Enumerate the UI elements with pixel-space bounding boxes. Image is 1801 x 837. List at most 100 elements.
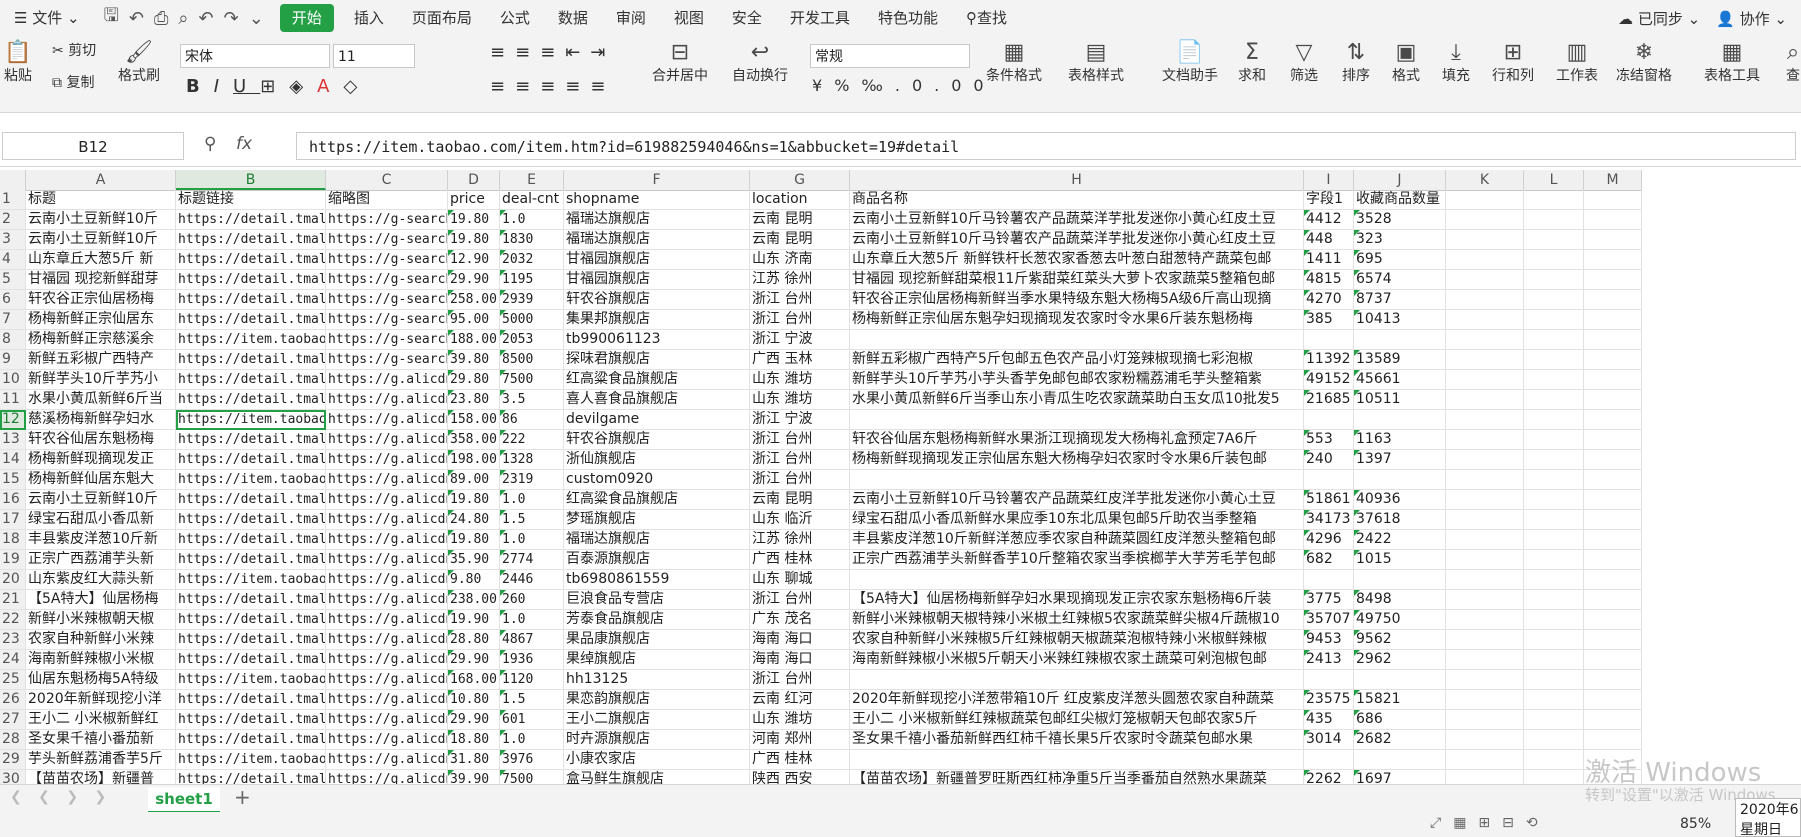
cell[interactable]: https://detail.tmall. [176, 730, 326, 750]
cell[interactable] [1524, 750, 1584, 770]
cell[interactable]: 果绰旗舰店 [564, 650, 750, 670]
cell[interactable]: 果品康旗舰店 [564, 630, 750, 650]
cell[interactable] [1354, 670, 1446, 690]
save-icon[interactable]: 🖫 [104, 3, 119, 33]
cell[interactable]: 29.90 [448, 710, 500, 730]
cell[interactable]: 3.5 [500, 390, 564, 410]
cell[interactable]: 158.00 [448, 410, 500, 430]
cell[interactable] [1524, 530, 1584, 550]
cell[interactable] [850, 750, 1304, 770]
cell[interactable] [850, 330, 1304, 350]
underline-icon[interactable]: U [233, 76, 260, 97]
cell[interactable] [1354, 470, 1446, 490]
cell[interactable]: https://g.alicdn. [326, 630, 448, 650]
cell[interactable]: 圣女果千禧小番茄新鲜西红柿千禧长果5斤农家时令蔬菜包邮水果 [850, 730, 1304, 750]
cell[interactable]: 34173 [1304, 510, 1354, 530]
bold-icon[interactable]: B [186, 76, 214, 97]
cell[interactable]: 甘福园 现挖新鲜甜芽 [26, 270, 176, 290]
cell[interactable]: https://g-search3 [326, 250, 448, 270]
font-name-select[interactable]: 宋体 [180, 44, 330, 68]
cell[interactable]: 95.00 [448, 310, 500, 330]
cell[interactable] [1584, 290, 1642, 310]
cell[interactable]: 1120 [500, 670, 564, 690]
cell[interactable]: 标题 [26, 190, 176, 210]
cell[interactable]: 山东 潍坊 [750, 710, 850, 730]
cell[interactable]: 1.0 [500, 730, 564, 750]
rowcol-button[interactable]: ⊞ 行和列 [1492, 40, 1534, 85]
cell[interactable]: 40936 [1354, 490, 1446, 510]
cell[interactable]: 江苏 徐州 [750, 530, 850, 550]
cell[interactable]: https://g.alicdn. [326, 450, 448, 470]
cell[interactable] [1446, 570, 1524, 590]
cell[interactable] [1584, 690, 1642, 710]
table-style-button[interactable]: ▤ 表格样式 [1068, 40, 1124, 85]
cell[interactable]: 广东 茂名 [750, 610, 850, 630]
cell[interactable]: 24.80 [448, 510, 500, 530]
cell[interactable]: 3775 [1304, 590, 1354, 610]
cell[interactable] [1584, 270, 1642, 290]
cell[interactable]: 广西 桂林 [750, 750, 850, 770]
cell[interactable]: 1163 [1354, 430, 1446, 450]
cell[interactable]: 89.00 [448, 470, 500, 490]
row-header[interactable]: 6 [0, 290, 26, 310]
copy-button[interactable]: ⧉ 复制 [52, 72, 96, 92]
cell[interactable]: 福瑞达旗舰店 [564, 230, 750, 250]
row-header[interactable]: 15 [0, 470, 26, 490]
cell[interactable] [850, 410, 1304, 430]
cell[interactable]: 圣女果千禧小番茄新 [26, 730, 176, 750]
row-header[interactable]: 14 [0, 450, 26, 470]
cell[interactable]: 浙江 台州 [750, 670, 850, 690]
cell[interactable]: https://detail.tmall. [176, 490, 326, 510]
cell[interactable]: https://detail.tmall. [176, 450, 326, 470]
cell[interactable] [1524, 490, 1584, 510]
cell[interactable]: 【5A特大】仙居杨梅新鲜孕妇水果现摘现发正宗农家东魁杨梅6斤装 [850, 590, 1304, 610]
cell[interactable] [1524, 190, 1584, 210]
cell[interactable]: 8498 [1354, 590, 1446, 610]
row-header[interactable]: 13 [0, 430, 26, 450]
cell[interactable]: 9562 [1354, 630, 1446, 650]
cell[interactable]: 陕西 西安 [750, 770, 850, 784]
cell[interactable] [1446, 270, 1524, 290]
cell[interactable]: 2032 [500, 250, 564, 270]
more-icon[interactable]: ⌄ [249, 8, 264, 29]
cell[interactable]: 集果邦旗舰店 [564, 310, 750, 330]
italic-icon[interactable]: I [214, 76, 233, 97]
row-header[interactable]: 7 [0, 310, 26, 330]
cell[interactable]: 49750 [1354, 610, 1446, 630]
cell[interactable]: https://detail.tmall. [176, 390, 326, 410]
check-button[interactable]: ⌕ 查 [1786, 40, 1800, 85]
cell[interactable]: https://g-search1 [326, 230, 448, 250]
add-sheet-icon[interactable]: + [234, 785, 251, 809]
font-size-select[interactable]: 11 [333, 44, 415, 68]
cell[interactable]: 1.5 [500, 510, 564, 530]
cell[interactable]: 2053 [500, 330, 564, 350]
redo-icon[interactable]: ↷ [224, 8, 239, 29]
cell[interactable]: https://detail.tmall. [176, 430, 326, 450]
cell[interactable]: https://g-search1 [326, 330, 448, 350]
cell[interactable] [1354, 410, 1446, 430]
cell[interactable]: 4815 [1304, 270, 1354, 290]
cell[interactable]: https://detail.tmall. [176, 370, 326, 390]
cell[interactable]: 9453 [1304, 630, 1354, 650]
cell[interactable]: 19.80 [448, 230, 500, 250]
cell[interactable]: https://g.alicdn. [326, 370, 448, 390]
cell[interactable]: 云南小土豆新鲜10斤马铃薯农产品蔬菜洋芋批发迷你小黄心红皮土豆 [850, 210, 1304, 230]
cell[interactable]: https://g.alicdn. [326, 510, 448, 530]
percent-icon[interactable]: % [834, 76, 861, 95]
cell[interactable]: 字段1 [1304, 190, 1354, 210]
clear-format-icon[interactable]: ◇ [344, 76, 372, 97]
cell[interactable]: 7500 [500, 370, 564, 390]
paste-button[interactable]: 📋 粘贴 [4, 40, 32, 85]
cell[interactable] [1524, 510, 1584, 530]
cell[interactable] [850, 470, 1304, 490]
indent-increase-icon[interactable]: ⇥ [590, 42, 615, 63]
cell[interactable] [1446, 210, 1524, 230]
cell[interactable]: 3014 [1304, 730, 1354, 750]
cell[interactable]: 海南 海口 [750, 630, 850, 650]
cell[interactable]: https://detail.tmall. [176, 230, 326, 250]
cell[interactable]: https://item.taobao. [176, 570, 326, 590]
cell[interactable] [1524, 410, 1584, 430]
cell[interactable]: 轩农谷旗舰店 [564, 430, 750, 450]
cell[interactable]: 云南 昆明 [750, 230, 850, 250]
cell[interactable]: 323 [1354, 230, 1446, 250]
